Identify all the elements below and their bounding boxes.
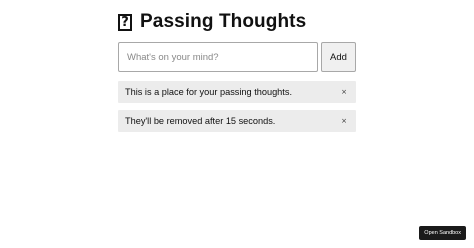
remove-thought-button[interactable]: × [339, 117, 349, 125]
thought-item: This is a place for your passing thought… [118, 81, 356, 103]
open-sandbox-button[interactable]: Open Sandbox [419, 226, 466, 240]
thought-item: They'll be removed after 15 seconds. × [118, 110, 356, 132]
remove-thought-button[interactable]: × [339, 88, 349, 96]
add-button[interactable]: Add [321, 42, 356, 72]
app-page: ? Passing Thoughts Add This is a place f… [0, 0, 474, 248]
thought-input[interactable] [118, 42, 318, 72]
thought-text: They'll be removed after 15 seconds. [125, 116, 276, 126]
question-mark-icon: ? [118, 13, 132, 31]
page-header: ? Passing Thoughts [118, 10, 306, 34]
thought-text: This is a place for your passing thought… [125, 87, 292, 97]
page-title: Passing Thoughts [140, 11, 307, 32]
thought-list: This is a place for your passing thought… [118, 81, 356, 139]
thought-form: Add [118, 42, 356, 72]
